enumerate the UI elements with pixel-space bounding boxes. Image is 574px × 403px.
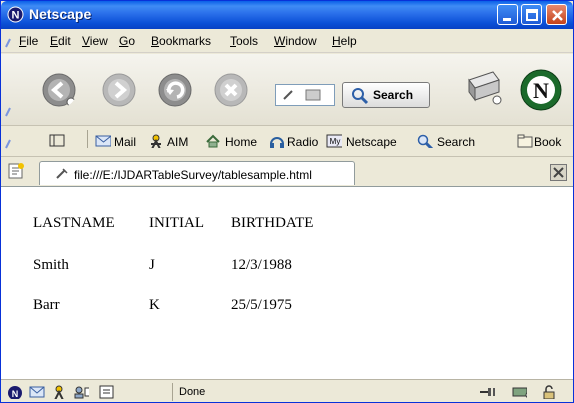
offline-toggle-icon[interactable] xyxy=(511,385,527,399)
sidebar-toggle-button[interactable] xyxy=(49,134,65,148)
minimize-button[interactable] xyxy=(497,4,518,25)
table-cell: 25/5/1975 xyxy=(231,297,292,313)
online-status-icon[interactable] xyxy=(479,385,495,399)
my-netscape-icon: My xyxy=(326,134,342,148)
personal-toolbar: Mail AIM Home Radio My Netscape Search B… xyxy=(1,127,573,157)
mail-icon xyxy=(95,135,111,147)
table-header-initial: INITIAL xyxy=(149,215,204,231)
table-cell: Barr xyxy=(33,297,60,313)
tab-current-page[interactable]: file:///E:/IJDARTableSurvey/tablesample.… xyxy=(39,161,355,185)
mail-link[interactable]: Mail xyxy=(114,135,136,149)
page-content: LASTNAME INITIAL BIRTHDATE Smith J 12/3/… xyxy=(1,186,573,379)
security-lock-icon[interactable] xyxy=(541,385,557,399)
netscape-link[interactable]: Netscape xyxy=(346,135,397,149)
table-header-lastname: LASTNAME xyxy=(33,215,115,231)
new-tab-button[interactable] xyxy=(7,162,25,180)
home-icon xyxy=(206,134,220,148)
navigator-icon[interactable]: N xyxy=(7,385,23,399)
stop-button[interactable] xyxy=(213,72,249,108)
print-button[interactable] xyxy=(463,66,503,108)
file-icon xyxy=(56,168,68,179)
netscape-throbber-icon: N xyxy=(520,69,562,111)
page-proxy-icon xyxy=(283,89,321,101)
title-bar[interactable]: N Netscape xyxy=(1,1,573,29)
maximize-button[interactable] xyxy=(521,4,542,25)
menu-bar: File Edit View Go Bookmarks Tools Window… xyxy=(1,29,573,53)
forward-button[interactable] xyxy=(101,72,137,108)
mail-icon[interactable] xyxy=(29,385,45,399)
close-icon xyxy=(552,10,563,21)
window-title: Netscape xyxy=(29,6,92,22)
maximize-icon xyxy=(526,9,538,21)
minimize-icon xyxy=(503,18,511,21)
table-cell: 12/3/1988 xyxy=(231,257,292,273)
menu-window[interactable]: Window xyxy=(274,34,317,48)
toolbar-grip-icon xyxy=(5,139,11,149)
menu-help[interactable]: Help xyxy=(332,34,357,48)
browser-window: N Netscape File Edit View Go Bookmarks T… xyxy=(0,0,574,403)
svg-text:N: N xyxy=(12,10,20,22)
aim-link[interactable]: AIM xyxy=(167,135,188,149)
bookmarks-folder-icon xyxy=(517,134,533,148)
menu-file[interactable]: File xyxy=(19,34,38,48)
aim-icon[interactable] xyxy=(51,385,67,399)
radio-icon xyxy=(270,137,284,148)
table-cell: J xyxy=(149,257,155,273)
search-icon xyxy=(352,88,369,105)
search-icon xyxy=(417,134,433,148)
netscape-logo-icon: N xyxy=(7,6,24,23)
status-text: Done xyxy=(179,386,206,398)
toolbar-grip-icon xyxy=(5,107,11,117)
toolbar-grip-icon xyxy=(5,38,11,48)
home-link[interactable]: Home xyxy=(225,135,257,149)
status-separator xyxy=(172,383,173,401)
tab-bar: file:///E:/IJDARTableSurvey/tablesample.… xyxy=(1,158,573,186)
search-button[interactable]: Search xyxy=(342,82,430,108)
table-cell: Smith xyxy=(33,257,69,273)
composer-icon[interactable] xyxy=(99,385,115,399)
menu-tools[interactable]: Tools xyxy=(230,34,258,48)
tab-title: file:///E:/IJDARTableSurvey/tablesample.… xyxy=(74,168,312,182)
bookmarks-link[interactable]: Book xyxy=(534,135,561,149)
menu-edit[interactable]: Edit xyxy=(50,34,71,48)
close-tab-button[interactable] xyxy=(550,164,567,181)
radio-link[interactable]: Radio xyxy=(287,135,318,149)
reload-button[interactable] xyxy=(157,72,193,108)
toolbar-separator xyxy=(87,130,88,148)
back-button[interactable] xyxy=(41,72,77,108)
aim-icon xyxy=(151,134,161,148)
table-cell: K xyxy=(149,297,160,313)
svg-text:N: N xyxy=(533,78,549,103)
close-button[interactable] xyxy=(546,4,567,25)
svg-text:N: N xyxy=(12,389,19,399)
search-link[interactable]: Search xyxy=(437,135,475,149)
status-bar: N Done xyxy=(1,379,573,402)
menu-go[interactable]: Go xyxy=(119,34,135,48)
url-field[interactable] xyxy=(275,84,335,106)
menu-bookmarks[interactable]: Bookmarks xyxy=(151,34,211,48)
table-header-birthdate: BIRTHDATE xyxy=(231,215,314,231)
svg-text:My: My xyxy=(330,137,341,146)
address-book-icon[interactable] xyxy=(73,385,89,399)
search-button-label: Search xyxy=(373,88,414,102)
navigation-toolbar: Search N xyxy=(1,54,573,126)
menu-view[interactable]: View xyxy=(82,34,108,48)
